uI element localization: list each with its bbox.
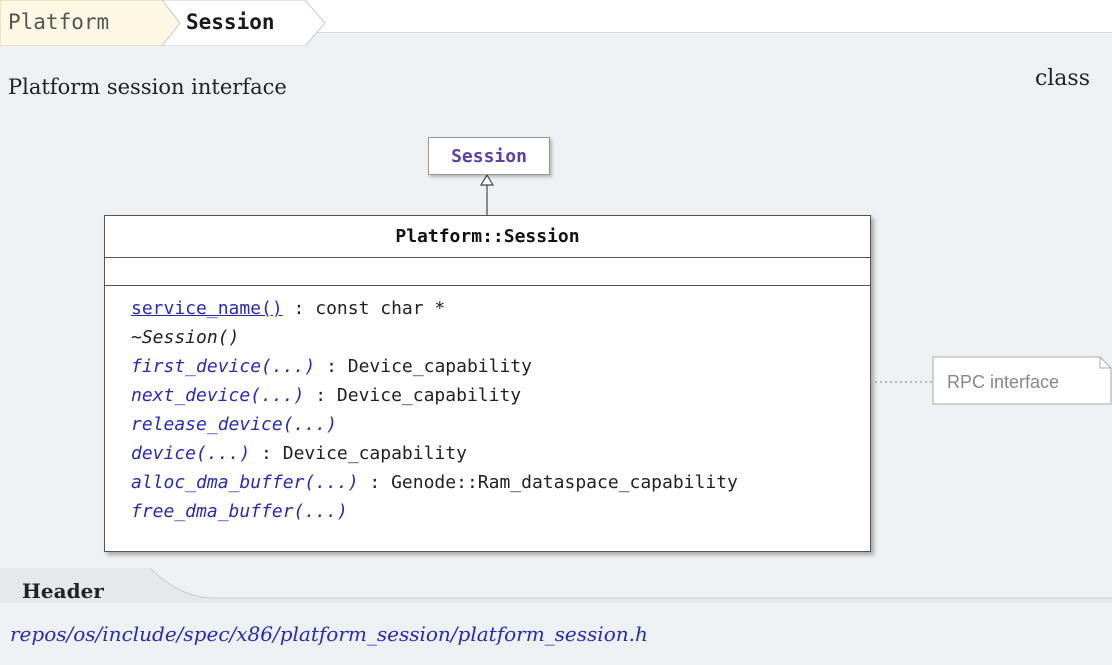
uml-class-box: Platform::Session service_name() : const…	[104, 215, 871, 552]
operation-link[interactable]: device(...)	[131, 443, 250, 464]
header-section-tab	[0, 568, 1112, 603]
breadcrumb: Platform Session	[0, 0, 330, 46]
operation-name: ~Session()	[131, 327, 240, 348]
rpc-interface-note: RPC interface	[947, 372, 1060, 392]
operation-link[interactable]: free_dma_buffer(...)	[131, 501, 348, 522]
operation-item: service_name() : const char *	[131, 294, 870, 323]
operation-return: : Device_capability	[315, 356, 532, 377]
operation-return: : Device_capability	[304, 385, 522, 406]
operation-link[interactable]: release_device(...)	[131, 414, 337, 435]
uml-attributes	[105, 258, 870, 286]
operation-return: : Genode::Ram_dataspace_capability	[358, 472, 738, 493]
breadcrumb-current: Session	[186, 10, 275, 34]
operation-link[interactable]: alloc_dma_buffer(...)	[131, 472, 359, 493]
operation-item: alloc_dma_buffer(...) : Genode::Ram_data…	[131, 468, 870, 497]
operation-item: ~Session()	[131, 323, 870, 352]
breadcrumb-parent[interactable]: Platform	[8, 10, 109, 34]
header-label: Header	[22, 579, 104, 603]
operation-item: free_dma_buffer(...)	[131, 497, 870, 526]
class-description: Platform session interface	[8, 75, 287, 99]
operation-return: : Device_capability	[250, 443, 467, 464]
operation-return: : const char *	[282, 298, 446, 319]
inheritance-arrow	[479, 173, 495, 216]
base-class-name[interactable]: Session	[451, 146, 527, 167]
operation-link[interactable]: service_name()	[131, 298, 283, 319]
operation-item: device(...) : Device_capability	[131, 439, 870, 468]
entity-kind: class	[1034, 66, 1090, 91]
header-path-link[interactable]: repos/os/include/spec/x86/platform_sessi…	[10, 622, 648, 646]
base-class-box[interactable]: Session	[428, 137, 550, 175]
operation-item: next_device(...) : Device_capability	[131, 381, 870, 410]
operation-link[interactable]: first_device(...)	[131, 356, 315, 377]
operation-item: release_device(...)	[131, 410, 870, 439]
operation-item: first_device(...) : Device_capability	[131, 352, 870, 381]
uml-class-title: Platform::Session	[105, 216, 870, 258]
uml-operations: service_name() : const char * ~Session()…	[105, 286, 870, 526]
operation-link[interactable]: next_device(...)	[131, 385, 304, 406]
